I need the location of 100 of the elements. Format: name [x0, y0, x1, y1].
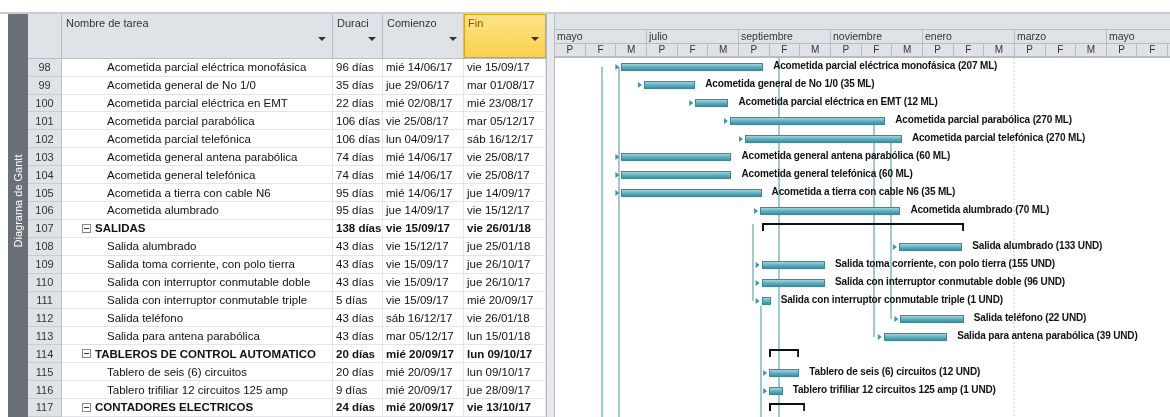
timescale-period: P [555, 44, 586, 56]
summary-bar[interactable] [769, 403, 806, 411]
task-bar[interactable] [760, 207, 901, 215]
duration-cell: 35 días [333, 76, 383, 94]
duration-cell: 106 días [333, 130, 383, 148]
start-date-cell: mié 02/08/17 [383, 94, 464, 112]
task-bar[interactable] [621, 171, 732, 179]
task-name: TABLEROS DE CONTROL AUTOMATICO [95, 347, 317, 360]
timescale-period: F [677, 44, 709, 56]
bar-label: Acometida parcial parabólica (270 ML) [895, 114, 1072, 125]
task-name: SALIDAS [95, 222, 146, 235]
task-name: Acometida parcial parabólica [107, 114, 255, 127]
task-name: Acometida alumbrado [107, 204, 219, 217]
duration-cell: 20 días [333, 363, 383, 381]
task-name: Salida con interruptor conmutable doble [107, 276, 311, 289]
task-bar[interactable] [643, 81, 696, 89]
start-date-cell: vie 15/12/17 [383, 237, 464, 255]
timescale-month: septiembre [739, 30, 831, 43]
start-date-cell: vie 15/09/17 [383, 273, 464, 291]
collapse-icon[interactable] [82, 223, 91, 233]
task-bar[interactable] [621, 189, 762, 197]
start-date-cell: mié 20/09/17 [383, 381, 464, 398]
start-date-cell: mié 20/09/17 [383, 363, 464, 381]
timescale-period: P [1014, 44, 1046, 56]
bar-label: Acometida parcial telefónica (270 ML) [911, 132, 1086, 143]
task-bar[interactable] [769, 387, 783, 395]
start-date-cell: vie 25/08/17 [383, 112, 464, 130]
bar-label: Acometida parcial eléctrica monofásica (207 ML) [773, 60, 998, 71]
timescale-month: julio [647, 30, 739, 43]
duration-cell: 9 días [333, 381, 383, 398]
timescale-month: marzo [1015, 30, 1107, 43]
task-name: Salida teléfono [107, 311, 184, 324]
task-bar[interactable] [729, 117, 886, 125]
row-number: 113 [28, 327, 62, 346]
summary-bar[interactable] [761, 223, 964, 231]
task-bar[interactable] [621, 63, 764, 71]
task-bar[interactable] [761, 297, 771, 305]
start-date-cell: sáb 16/12/17 [383, 309, 464, 327]
task-bar[interactable] [769, 369, 800, 377]
duration-cell: 24 días [333, 399, 383, 416]
duration-cell: 5 días [333, 291, 383, 309]
view-side-tab[interactable]: Diagrama de Gantt [8, 14, 28, 417]
row-number: 115 [28, 363, 62, 382]
bar-label: Salida alumbrado (133 UND) [972, 240, 1103, 251]
task-name: Salida toma corriente, con polo tierra [107, 258, 295, 271]
task-name: Salida para antena parabólica [107, 329, 260, 342]
row-number: 101 [28, 112, 62, 131]
timescale-period: M [800, 44, 831, 56]
dropdown-arrow-icon [531, 36, 539, 41]
row-number: 114 [28, 345, 62, 364]
timescale-period: F [769, 44, 801, 56]
task-bar[interactable] [621, 153, 732, 161]
task-name: Acometida parcial eléctrica monofásica [107, 61, 307, 74]
task-bar[interactable] [761, 279, 825, 287]
summary-bar[interactable] [769, 349, 800, 357]
duration-cell: 22 días [333, 94, 383, 112]
timescale-month: noviembre [831, 30, 923, 43]
duration-cell: 43 días [333, 255, 383, 273]
timescale-period: P [922, 44, 954, 56]
start-date-cell: mié 20/09/17 [383, 345, 464, 363]
start-date-cell: mié 14/06/17 [383, 58, 464, 76]
duration-cell: 74 días [333, 166, 383, 184]
row-number: 112 [28, 309, 62, 328]
start-date-cell: mié 14/06/17 [383, 184, 464, 201]
task-bar[interactable] [761, 261, 825, 269]
column-header[interactable]: Fin [464, 14, 546, 58]
task-name: Acometida parcial eléctrica en EMT [107, 97, 288, 110]
task-bar[interactable] [695, 99, 729, 107]
timescale-month: mayo [555, 30, 647, 43]
collapse-icon[interactable] [82, 349, 91, 359]
duration-cell: 95 días [333, 202, 383, 219]
duration-cell: 43 días [333, 273, 383, 291]
timescale-period: M [1076, 44, 1107, 56]
timescale-period: F [585, 44, 617, 56]
task-bar[interactable] [745, 135, 902, 143]
start-date-cell: vie 15/09/17 [383, 219, 464, 237]
duration-cell: 43 días [333, 309, 383, 327]
task-name: Acometida a tierra con cable N6 [107, 186, 271, 199]
bar-label: Acometida alumbrado (70 ML) [910, 204, 1050, 215]
dropdown-arrow-icon [318, 36, 326, 41]
duration-cell: 138 días [333, 219, 383, 237]
timescale-period: F [861, 44, 893, 56]
task-bar[interactable] [883, 333, 948, 341]
duration-cell: 43 días [333, 327, 383, 345]
bar-label: Salida teléfono (22 UND) [973, 312, 1087, 323]
start-date-cell: mié 14/06/17 [383, 166, 464, 184]
bar-label: Salida con interruptor conmutable triple (1 UND) [780, 294, 1003, 305]
view-side-tab-label: Diagrama de Gantt [12, 154, 24, 247]
task-bar[interactable] [898, 243, 963, 251]
bar-label: Salida toma corriente, con polo tierra (155 UND) [834, 258, 1056, 269]
bar-label: Salida para antena parabólica (39 UND) [957, 330, 1138, 341]
timescale-period: M [616, 44, 647, 56]
task-bar[interactable] [900, 315, 964, 323]
timescale-period: P [1106, 44, 1138, 56]
start-date-cell: mar 05/12/17 [383, 327, 464, 345]
collapse-icon[interactable] [82, 402, 91, 412]
duration-cell: 74 días [333, 148, 383, 166]
task-name: Salida con interruptor conmutable triple [107, 294, 308, 306]
timescale-month: enero [923, 30, 1015, 43]
bar-label: Acometida general telefónica (60 ML) [741, 168, 913, 179]
